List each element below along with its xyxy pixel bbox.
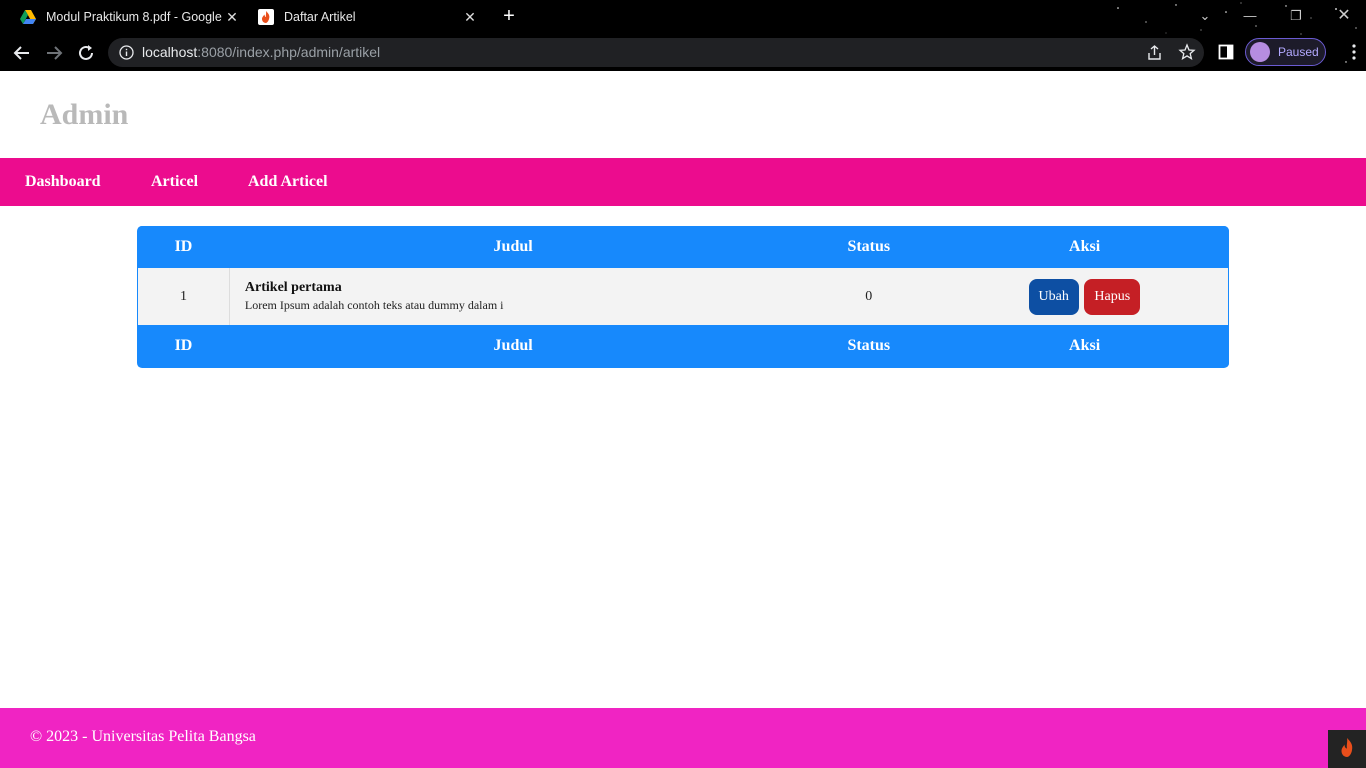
- url-path: :8080/index.php/admin/artikel: [197, 44, 381, 60]
- codeigniter-flame-icon: [1341, 738, 1353, 757]
- address-bar[interactable]: localhost:8080/index.php/admin/artikel: [108, 38, 1204, 67]
- header-judul: Judul: [229, 226, 797, 268]
- tab-search-chevron-icon[interactable]: ⌄: [1196, 6, 1214, 26]
- tab-title: Daftar Artikel: [284, 10, 356, 24]
- footer-status: Status: [796, 325, 941, 367]
- close-window-icon[interactable]: ✕: [1334, 6, 1354, 26]
- main-nav: Dashboard Articel Add Articel: [0, 158, 1366, 206]
- footer-judul: Judul: [229, 325, 797, 367]
- tab-title: Modul Praktikum 8.pdf - Google Drive: [46, 10, 224, 24]
- table-row: 1 Artikel pertama Lorem Ipsum adalah con…: [137, 268, 1229, 325]
- google-drive-icon: [20, 10, 36, 24]
- url-host: localhost: [142, 44, 198, 60]
- article-title: Artikel pertama: [244, 280, 342, 295]
- header-aksi: Aksi: [940, 226, 1229, 268]
- minimize-icon[interactable]: —: [1240, 6, 1260, 26]
- profile-button[interactable]: Paused: [1245, 38, 1326, 66]
- site-footer: © 2023 - Universitas Pelita Bangsa: [0, 708, 1366, 768]
- footer-copyright: © 2023 - Universitas Pelita Bangsa: [30, 728, 256, 745]
- site-title: Admin: [40, 98, 129, 131]
- debug-toolbar-toggle[interactable]: [1328, 730, 1366, 768]
- restore-icon[interactable]: ❐: [1286, 6, 1306, 26]
- avatar: [1250, 42, 1270, 62]
- table-header-row: ID Judul Status Aksi: [137, 226, 1229, 268]
- tab-daftar-artikel[interactable]: Daftar Artikel ✕: [250, 4, 486, 30]
- header-status: Status: [796, 226, 941, 268]
- header-id: ID: [137, 226, 230, 268]
- new-tab-icon[interactable]: +: [500, 6, 518, 26]
- nav-dashboard[interactable]: Dashboard: [25, 173, 101, 191]
- edit-button[interactable]: Ubah: [1028, 278, 1079, 315]
- profile-status-label: Paused: [1278, 45, 1319, 59]
- cell-judul: Artikel pertama Lorem Ipsum adalah conto…: [229, 268, 797, 325]
- url-text[interactable]: localhost:8080/index.php/admin/artikel: [142, 44, 380, 60]
- cell-id: 1: [137, 268, 230, 325]
- codeigniter-flame-icon: [258, 9, 274, 25]
- footer-aksi: Aksi: [940, 325, 1229, 367]
- share-icon[interactable]: [1146, 44, 1163, 61]
- table-footer-row: ID Judul Status Aksi: [137, 325, 1229, 367]
- forward-arrow-icon[interactable]: [43, 42, 65, 64]
- reload-icon[interactable]: [75, 42, 97, 64]
- cell-status: 0: [796, 268, 941, 325]
- site-header: Admin: [0, 71, 1366, 158]
- bookmark-star-icon[interactable]: [1178, 43, 1196, 61]
- site-info-icon[interactable]: [119, 45, 134, 60]
- close-tab-icon[interactable]: ✕: [462, 9, 478, 25]
- side-panel-icon[interactable]: [1218, 44, 1234, 60]
- close-tab-icon[interactable]: ✕: [224, 9, 240, 25]
- footer-id: ID: [137, 325, 230, 367]
- cell-aksi: Ubah Hapus: [940, 268, 1229, 325]
- back-arrow-icon[interactable]: [11, 42, 33, 64]
- article-excerpt: Lorem Ipsum adalah contoh teks atau dumm…: [244, 298, 504, 312]
- tab-google-drive[interactable]: Modul Praktikum 8.pdf - Google Drive ✕: [12, 4, 248, 30]
- delete-button[interactable]: Hapus: [1084, 278, 1141, 315]
- tab-strip: Modul Praktikum 8.pdf - Google Drive ✕ D…: [0, 0, 1366, 34]
- article-table: ID Judul Status Aksi 1 Artikel pertama L…: [137, 226, 1229, 368]
- more-menu-icon[interactable]: [1352, 44, 1356, 60]
- browser-chrome: Modul Praktikum 8.pdf - Google Drive ✕ D…: [0, 0, 1366, 71]
- nav-add-articel[interactable]: Add Articel: [248, 173, 328, 191]
- nav-articel[interactable]: Articel: [151, 173, 198, 191]
